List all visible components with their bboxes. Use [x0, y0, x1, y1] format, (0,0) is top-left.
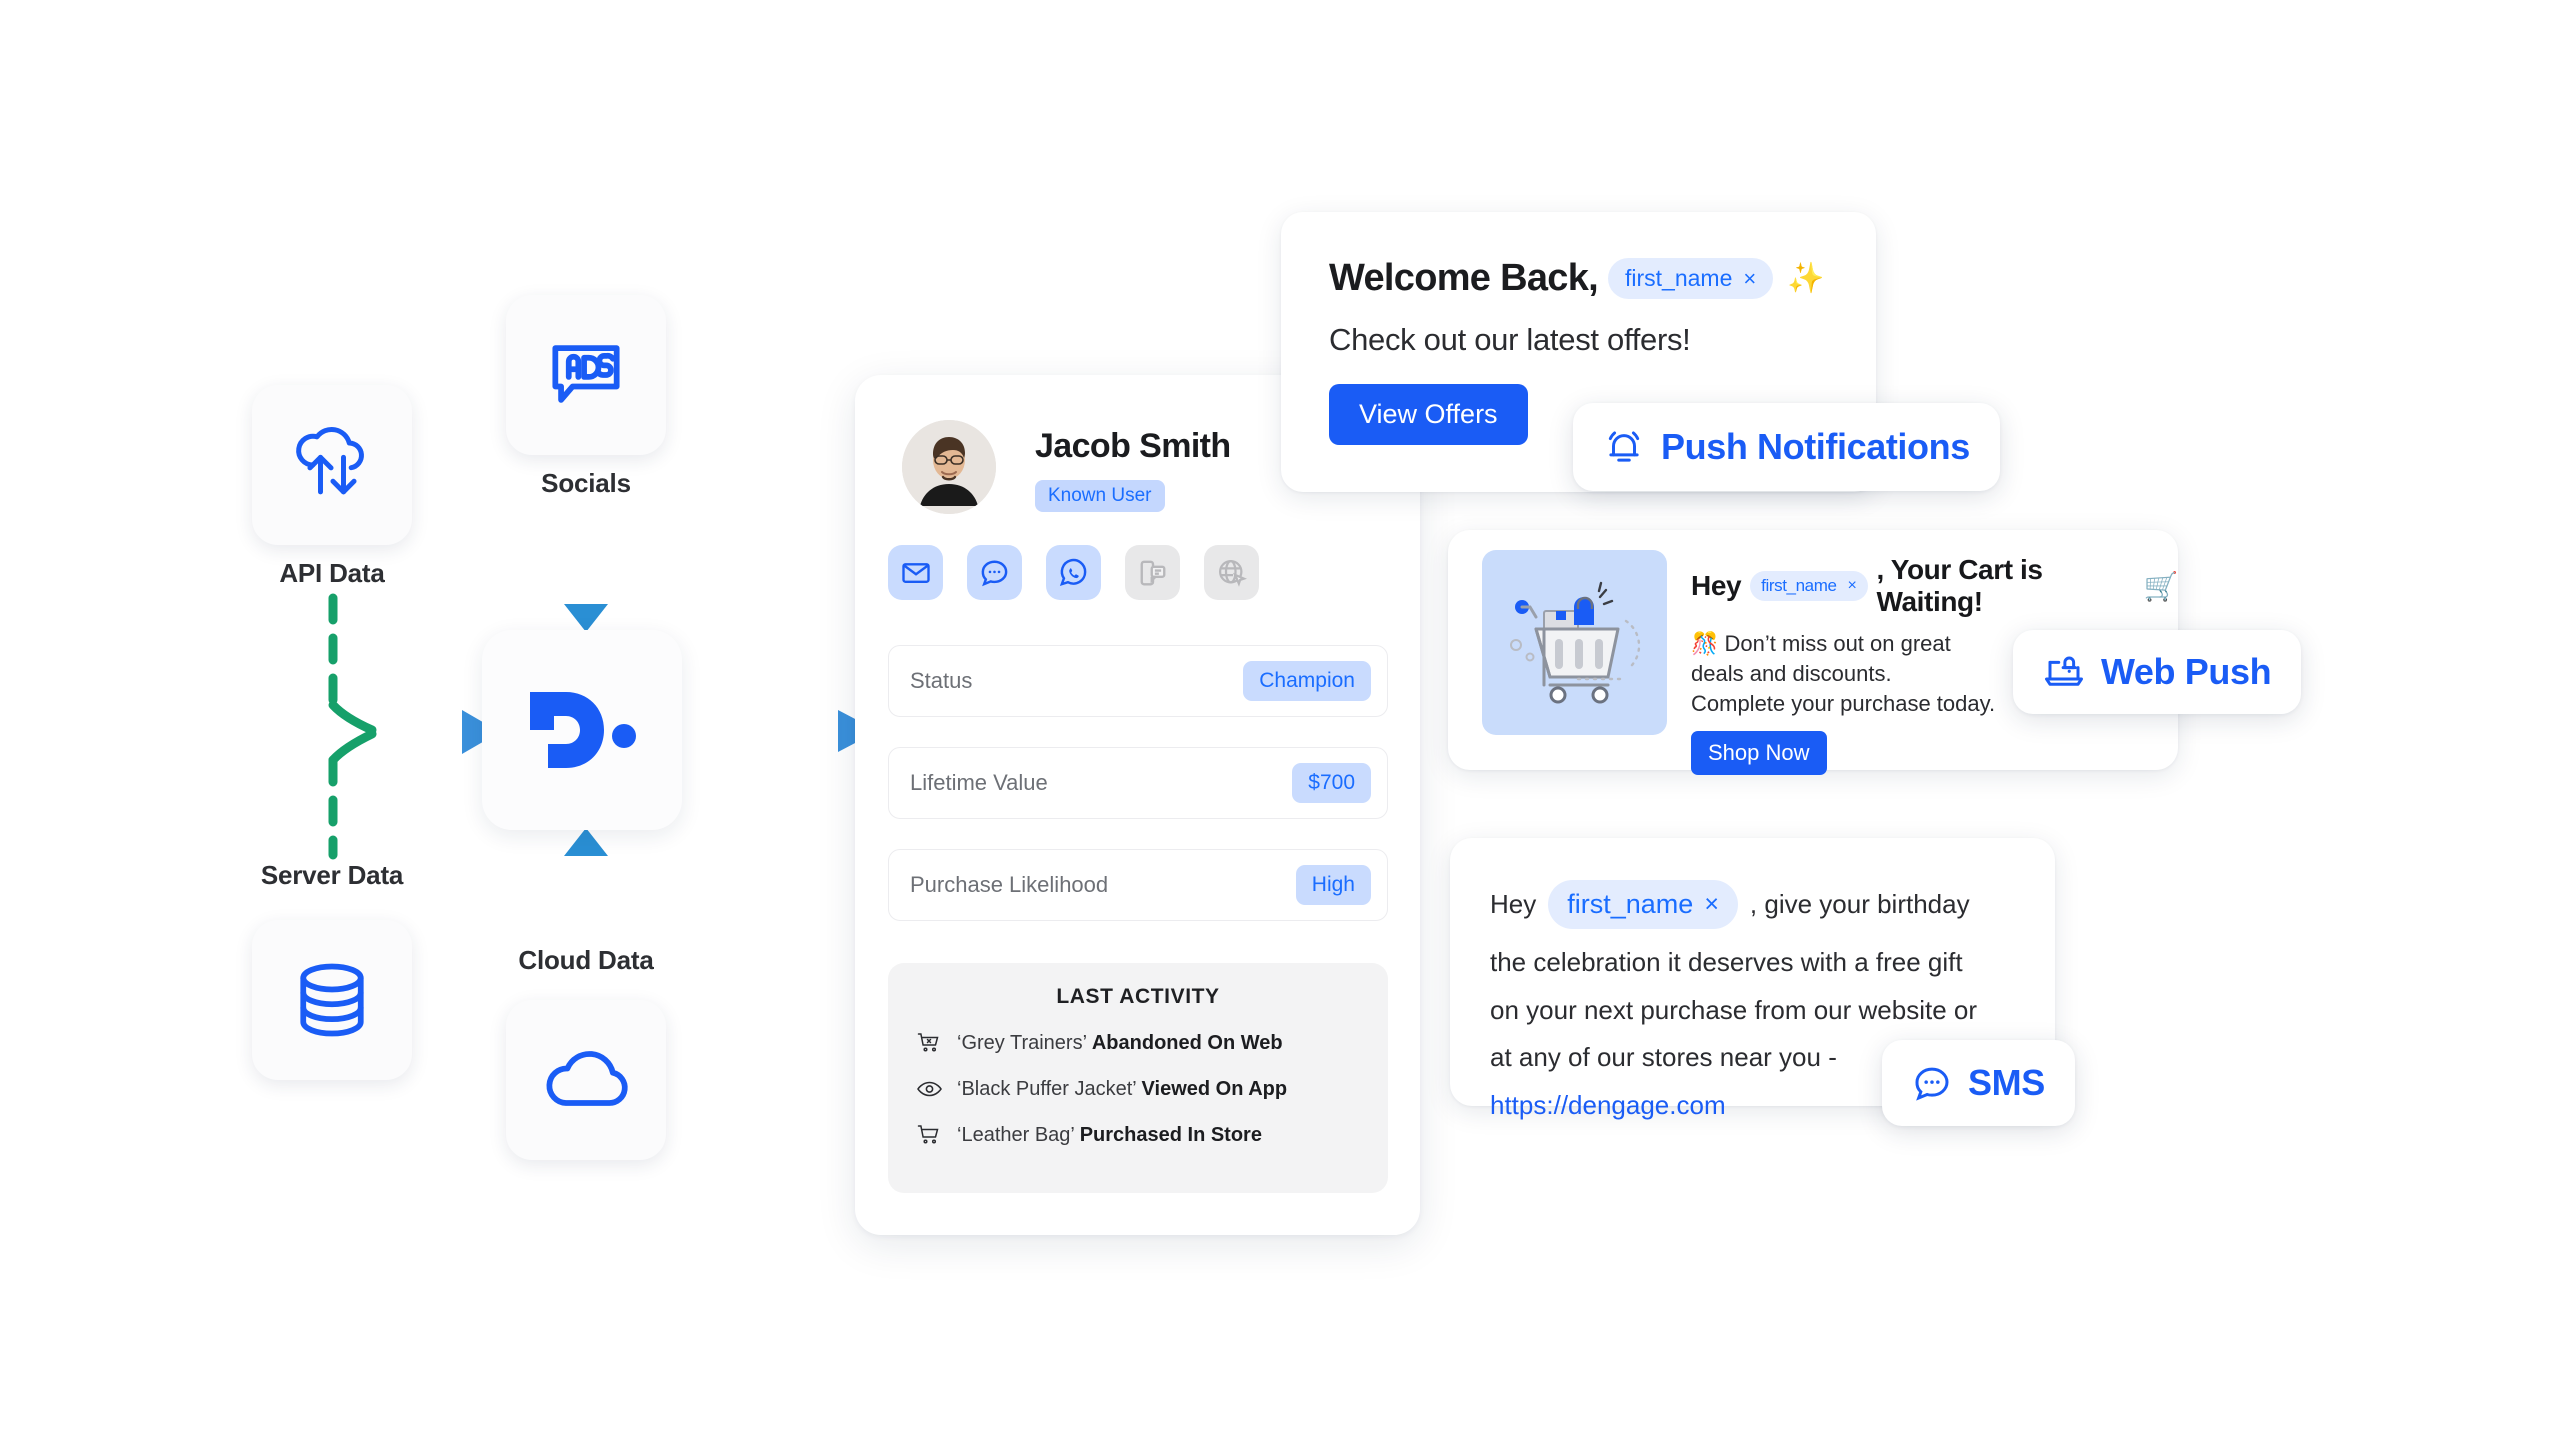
token-label: first_name: [1567, 889, 1694, 919]
welcome-heading: Welcome Back,: [1329, 257, 1599, 299]
cart-heading-row: Hey first_name × , Your Cart is Waiting!…: [1691, 554, 2178, 618]
source-tile-server-data[interactable]: [252, 920, 412, 1080]
channel-badge-push-notifications[interactable]: Push Notifications: [1573, 403, 2000, 491]
attribute-row-status: Status Champion: [888, 645, 1388, 717]
sms-prefix: Hey: [1490, 889, 1537, 919]
shop-now-button[interactable]: Shop Now: [1691, 730, 1827, 775]
customer-profile-card: Jacob Smith Known User Status Champion L…: [855, 375, 1420, 1235]
attribute-label: Status: [910, 668, 973, 693]
list-item: ‘Grey Trainers’ Abandoned On Web: [916, 1031, 1388, 1055]
close-icon[interactable]: ×: [1743, 266, 1756, 292]
bell-icon: [1603, 426, 1645, 468]
cloud-icon: [540, 1034, 632, 1126]
sms-line-2: the celebration it deserves with a free …: [1490, 947, 1963, 977]
chat-channel-icon[interactable]: [967, 545, 1022, 600]
attribute-value: Champion: [1243, 661, 1371, 701]
list-item: ‘Leather Bag’ Purchased In Store: [916, 1123, 1388, 1147]
cart-body-line-1: Don’t miss out on great: [1724, 631, 1951, 656]
eye-icon: [916, 1077, 943, 1101]
cart-body-line-3: Complete your purchase today.: [1691, 690, 1996, 716]
activity-action: Purchased In Store: [1079, 1123, 1262, 1146]
attribute-value: High: [1295, 865, 1371, 905]
source-tile-cloud-data[interactable]: [506, 1000, 666, 1160]
avatar: [902, 420, 996, 514]
source-label-socials: Socials: [541, 468, 631, 498]
speech-bubble-dots-icon: [1912, 1063, 1952, 1103]
attribute-label: Lifetime Value: [910, 770, 1048, 795]
page-title: Jacob Smith: [1035, 427, 1231, 465]
last-activity-title: LAST ACTIVITY: [1056, 985, 1220, 1008]
cart-body-line-2: deals and discounts.: [1691, 660, 1892, 686]
sms-heading-row: Hey first_name × , give your birthday: [1490, 880, 2055, 929]
source-tile-api-data[interactable]: [252, 385, 412, 545]
sms-line-1-suffix: , give your birthday: [1749, 889, 1970, 919]
diagram-canvas: API Data Socials Server Data Cloud Data: [0, 0, 2560, 1440]
web-personalization-channel-icon[interactable]: [1204, 545, 1259, 600]
channel-badge-label: Push Notifications: [1661, 426, 1970, 467]
attribute-row-purchase-likelihood: Purchase Likelihood High: [888, 849, 1388, 921]
channel-badge-web-push[interactable]: Web Push: [2013, 630, 2302, 714]
channel-icon-row: [888, 545, 1259, 600]
shopping-cart-illustration: [1482, 550, 1667, 735]
source-label-server-data: Server Data: [260, 860, 404, 890]
email-channel-icon[interactable]: [888, 545, 943, 600]
cart-emoji-icon: 🛒: [2143, 570, 2179, 602]
source-tile-socials[interactable]: [506, 295, 666, 455]
personalization-token-first-name[interactable]: first_name ×: [1608, 258, 1774, 299]
in-app-message-channel-icon[interactable]: [1125, 545, 1180, 600]
activity-product: ‘Leather Bag’: [957, 1123, 1075, 1146]
activity-product: ‘Black Puffer Jacket’: [957, 1077, 1136, 1100]
cart-heading-suffix: , Your Cart is Waiting!: [1876, 554, 2043, 617]
dengage-d-logo: [524, 686, 640, 774]
sparkles-icon: ✨: [1787, 262, 1825, 295]
activity-action: Viewed On App: [1141, 1077, 1288, 1100]
welcome-heading-row: Welcome Back, first_name × ✨: [1329, 257, 1876, 300]
welcome-subtitle: Check out our latest offers!: [1329, 322, 1691, 357]
activity-product: ‘Grey Trainers’: [957, 1031, 1087, 1054]
close-icon[interactable]: ×: [1704, 890, 1719, 919]
cart-heading-prefix: Hey: [1691, 570, 1742, 601]
cart-remove-icon: [916, 1031, 943, 1055]
cart-icon: [916, 1123, 943, 1147]
token-label: first_name: [1625, 265, 1733, 291]
close-icon[interactable]: ×: [1848, 577, 1857, 595]
channel-badge-label: Web Push: [2101, 651, 2272, 692]
channel-badge-sms[interactable]: SMS: [1882, 1040, 2075, 1126]
sms-line-3: on your next purchase from our website o…: [1490, 994, 1978, 1025]
cloud-sync-icon: [286, 419, 378, 511]
ads-speech-bubble-icon: [540, 329, 632, 421]
activity-action: Abandoned On Web: [1091, 1031, 1283, 1054]
attribute-value: $700: [1292, 763, 1371, 803]
laptop-bell-icon: [2043, 651, 2085, 693]
source-label-api-data: API Data: [279, 558, 385, 588]
token-label: first_name: [1761, 576, 1837, 595]
status-badge: Known User: [1035, 480, 1165, 512]
channel-badge-label: SMS: [1968, 1062, 2045, 1103]
attribute-label: Purchase Likelihood: [910, 872, 1109, 897]
whatsapp-channel-icon[interactable]: [1046, 545, 1101, 600]
source-label-cloud-data: Cloud Data: [518, 945, 654, 975]
database-icon: [286, 954, 378, 1046]
personalization-token-first-name[interactable]: first_name ×: [1548, 880, 1738, 929]
view-offers-button[interactable]: View Offers: [1329, 384, 1528, 445]
confetti-emoji-icon: 🎊: [1691, 631, 1719, 656]
attribute-row-lifetime-value: Lifetime Value $700: [888, 747, 1388, 819]
list-item: ‘Black Puffer Jacket’ Viewed On App: [916, 1077, 1388, 1101]
personalization-token-first-name[interactable]: first_name ×: [1750, 571, 1868, 601]
dengage-hub-tile[interactable]: [482, 630, 682, 830]
last-activity-panel: LAST ACTIVITY ‘Grey Trainers’ Abandoned …: [888, 963, 1388, 1193]
